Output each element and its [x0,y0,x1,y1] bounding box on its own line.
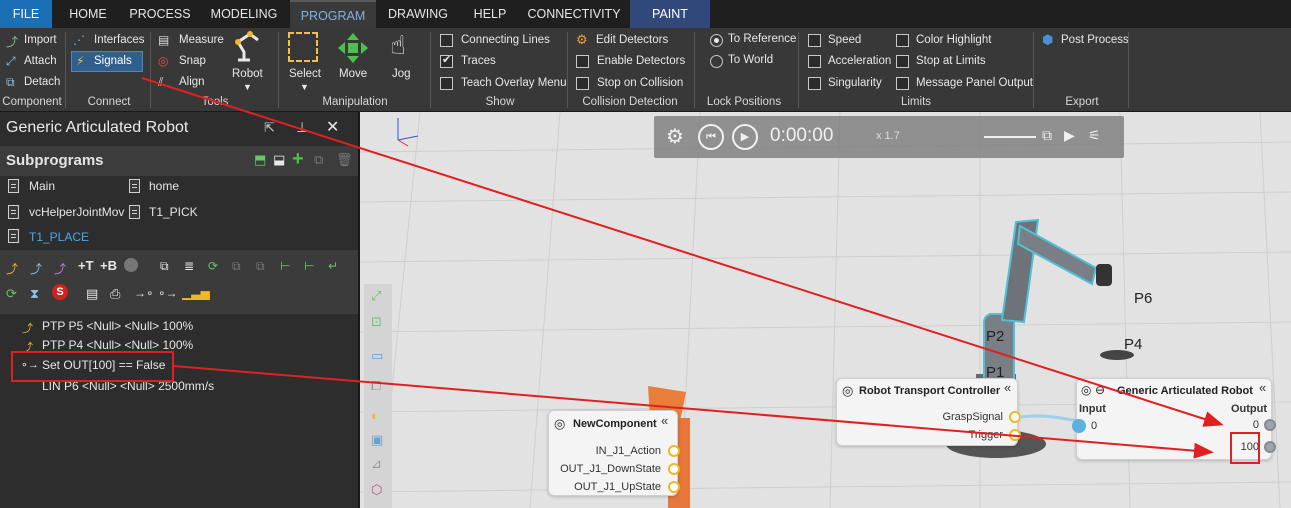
annotation-arrows [141,77,1224,459]
